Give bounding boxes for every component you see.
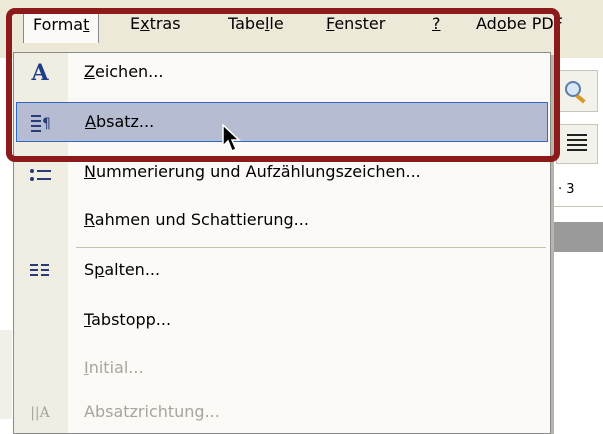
menu-item-initial: Initial... bbox=[14, 349, 550, 389]
toolbar-justify-button[interactable] bbox=[556, 124, 598, 164]
menu-item-rahmen[interactable]: Rahmen und Schattierung... bbox=[14, 201, 550, 241]
menu-item-nummerierung[interactable]: Nummerierung und Aufzählungszeichen... bbox=[14, 157, 550, 197]
menu-item-spalten[interactable]: Spalten... bbox=[14, 251, 550, 291]
menu-item-absatzrichtung-label: Absatzrichtung... bbox=[84, 402, 220, 421]
toolbar-button[interactable] bbox=[556, 70, 598, 112]
mouse-pointer-icon bbox=[222, 123, 244, 158]
left-margin bbox=[0, 330, 12, 419]
menu-item-initial-label: Initial... bbox=[84, 358, 144, 377]
menu-item-nummerierung-label: Nummerierung und Aufzählungszeichen... bbox=[84, 162, 421, 181]
menu-item-rahmen-label: Rahmen und Schattierung... bbox=[84, 210, 309, 229]
ruler: · 3 bbox=[552, 176, 603, 207]
document-gray-band bbox=[552, 222, 603, 252]
menu-item-tabstopp[interactable]: Tabstopp... bbox=[14, 301, 550, 341]
menu-item-absatzrichtung: ||A Absatzrichtung... bbox=[14, 393, 550, 433]
text-direction-icon: ||A bbox=[30, 405, 50, 421]
search-tool-icon bbox=[565, 81, 586, 104]
ruler-number: · 3 bbox=[558, 182, 575, 197]
justify-icon bbox=[567, 134, 587, 151]
columns-icon bbox=[28, 259, 52, 283]
bullets-icon bbox=[28, 165, 52, 189]
menu-item-spalten-label: Spalten... bbox=[84, 260, 161, 279]
highlight-annotation-rect bbox=[6, 8, 560, 162]
menu-item-tabstopp-label: Tabstopp... bbox=[84, 310, 172, 329]
menu-separator bbox=[76, 247, 546, 248]
